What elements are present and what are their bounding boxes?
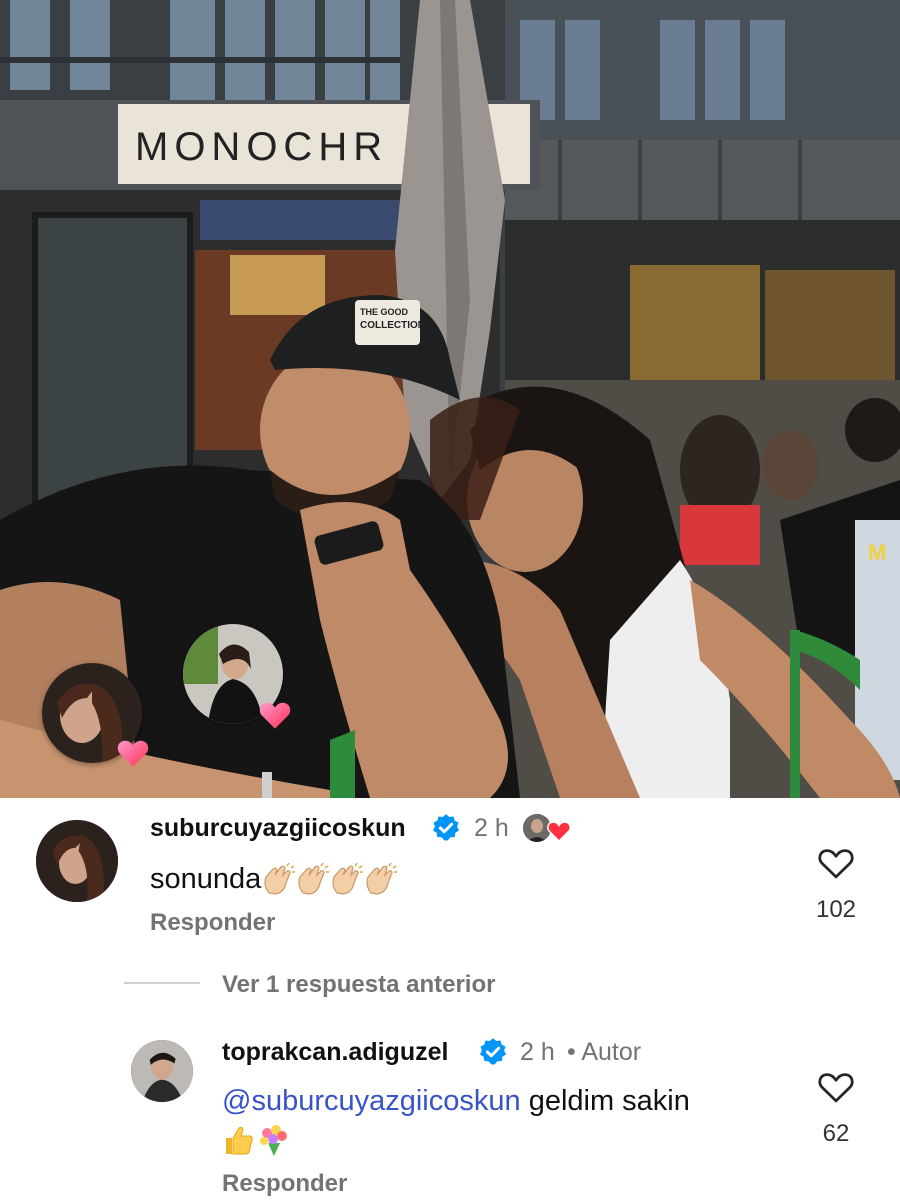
comment-username[interactable]: toprakcan.adiguzel xyxy=(222,1038,448,1067)
comment-time: 2 h xyxy=(474,814,509,842)
commenter-avatar-image xyxy=(131,1040,193,1102)
commenter-avatar[interactable] xyxy=(131,1040,193,1102)
author-liked-heart-icon xyxy=(547,821,571,842)
like-count: 62 xyxy=(822,1120,850,1147)
comment-body: sonunda xyxy=(150,863,262,895)
thumbs-up-icon xyxy=(222,1123,256,1155)
heart-emoji-icon xyxy=(259,702,291,729)
comments-section: suburcuyazgiicoskun 2 h sonunda Responde… xyxy=(0,798,900,1200)
clapping-hands-icon xyxy=(261,863,296,895)
sign-text: MONOCHR xyxy=(135,125,388,169)
bouquet-icon xyxy=(256,1123,290,1157)
view-previous-replies-button[interactable]: Ver 1 respuesta anterior xyxy=(222,971,495,999)
shirt-text: M xyxy=(868,540,886,565)
heart-emoji-icon xyxy=(117,740,149,767)
heart-icon[interactable] xyxy=(817,846,855,880)
cap-patch-text: THE GOOD xyxy=(360,307,409,317)
photo-scene: MONOCHR THE GOOD COLLECTION M xyxy=(0,0,900,798)
comment-emoji-line xyxy=(222,1120,290,1158)
mention-link[interactable]: @suburcuyazgiicoskun xyxy=(222,1085,521,1117)
comment-time: 2 h xyxy=(520,1038,555,1066)
commenter-avatar[interactable] xyxy=(36,820,118,902)
reply-button[interactable]: Responder xyxy=(150,909,275,937)
replies-divider xyxy=(124,982,200,984)
heart-icon[interactable] xyxy=(817,1070,855,1104)
comment-body: geldim sakin xyxy=(520,1085,690,1117)
comment-username[interactable]: suburcuyazgiicoskun xyxy=(150,814,406,843)
comment-text: sonunda xyxy=(150,860,398,898)
svg-text:COLLECTION: COLLECTION xyxy=(360,320,425,331)
clapping-hands-icon xyxy=(295,863,330,895)
commenter-avatar-image xyxy=(36,820,118,902)
verified-badge-icon xyxy=(480,1038,506,1065)
author-tag: • Autor xyxy=(567,1038,642,1066)
post-photo[interactable]: MONOCHR THE GOOD COLLECTION M xyxy=(0,0,900,798)
clapping-hands-icon xyxy=(363,863,398,895)
reply-button[interactable]: Responder xyxy=(222,1170,347,1198)
verified-badge-icon xyxy=(433,814,459,841)
clapping-hands-icon xyxy=(329,863,364,895)
like-count: 102 xyxy=(815,896,857,923)
comment-text: @suburcuyazgiicoskun geldim sakin xyxy=(222,1082,690,1120)
